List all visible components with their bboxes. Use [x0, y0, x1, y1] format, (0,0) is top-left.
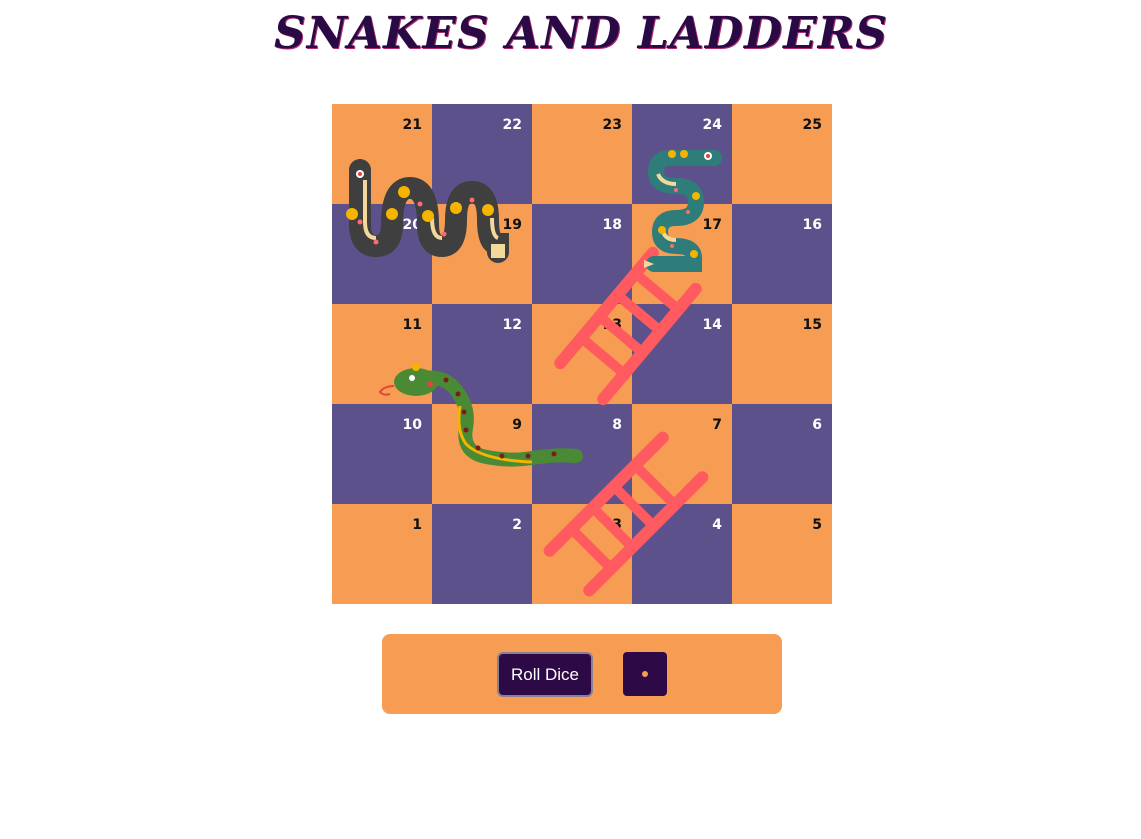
dice-icon [623, 652, 667, 696]
board-cell: 9 [432, 404, 532, 504]
board-cell: 11 [332, 304, 432, 404]
cell-number: 20 [402, 217, 422, 233]
board-cell: 20 [332, 204, 432, 304]
game-board: 21 22 23 24 25 20 19 18 17 16 11 12 13 14 15 10 9 8 7 6 1 2 3 4… [332, 104, 832, 604]
cell-number: 22 [502, 117, 522, 133]
cell-number: 16 [802, 217, 822, 233]
cell-number: 25 [802, 117, 822, 133]
board-cell: 2 [432, 504, 532, 604]
board-cell: 15 [732, 304, 832, 404]
board-cell: 4 [632, 504, 732, 604]
cell-number: 2 [512, 517, 522, 533]
board-cell: 5 [732, 504, 832, 604]
cell-number: 11 [402, 317, 422, 333]
cell-number: 15 [802, 317, 822, 333]
board-cell: 7 [632, 404, 732, 504]
cell-number: 14 [702, 317, 722, 333]
cell-number: 5 [812, 517, 822, 533]
game-page: SNAKES AND LADDERS 21 22 23 24 25 20 19 18 17 16 1… [0, 0, 1141, 839]
board-cell: 13 [532, 304, 632, 404]
controls-panel: Roll Dice [382, 634, 782, 714]
cell-number: 7 [712, 417, 722, 433]
board-cell: 8 [532, 404, 632, 504]
board-cell: 22 [432, 104, 532, 204]
board-cell: 18 [532, 204, 632, 304]
cell-number: 9 [512, 417, 522, 433]
board-cell: 17 [632, 204, 732, 304]
board-cell: 3 [532, 504, 632, 604]
cell-number: 10 [402, 417, 422, 433]
cell-number: 1 [412, 517, 422, 533]
cell-number: 6 [812, 417, 822, 433]
board-cell: 25 [732, 104, 832, 204]
cell-number: 18 [602, 217, 622, 233]
board-cell: 21 [332, 104, 432, 204]
board-cell: 24 [632, 104, 732, 204]
board-cell: 12 [432, 304, 532, 404]
board-cell: 19 [432, 204, 532, 304]
board-cell: 6 [732, 404, 832, 504]
dice-pip [642, 671, 648, 677]
page-title: SNAKES AND LADDERS [273, 8, 889, 59]
board-cell: 14 [632, 304, 732, 404]
board-cell: 10 [332, 404, 432, 504]
cell-number: 12 [502, 317, 522, 333]
cell-number: 24 [702, 117, 722, 133]
cell-number: 19 [502, 217, 522, 233]
cell-number: 17 [702, 217, 722, 233]
board-cell: 16 [732, 204, 832, 304]
cell-number: 21 [402, 117, 422, 133]
cell-number: 8 [612, 417, 622, 433]
board-cell: 23 [532, 104, 632, 204]
cell-number: 23 [602, 117, 622, 133]
cell-number: 13 [602, 317, 622, 333]
cell-number: 3 [612, 517, 622, 533]
roll-dice-button[interactable]: Roll Dice [497, 652, 593, 697]
board-cell: 1 [332, 504, 432, 604]
cell-number: 4 [712, 517, 722, 533]
